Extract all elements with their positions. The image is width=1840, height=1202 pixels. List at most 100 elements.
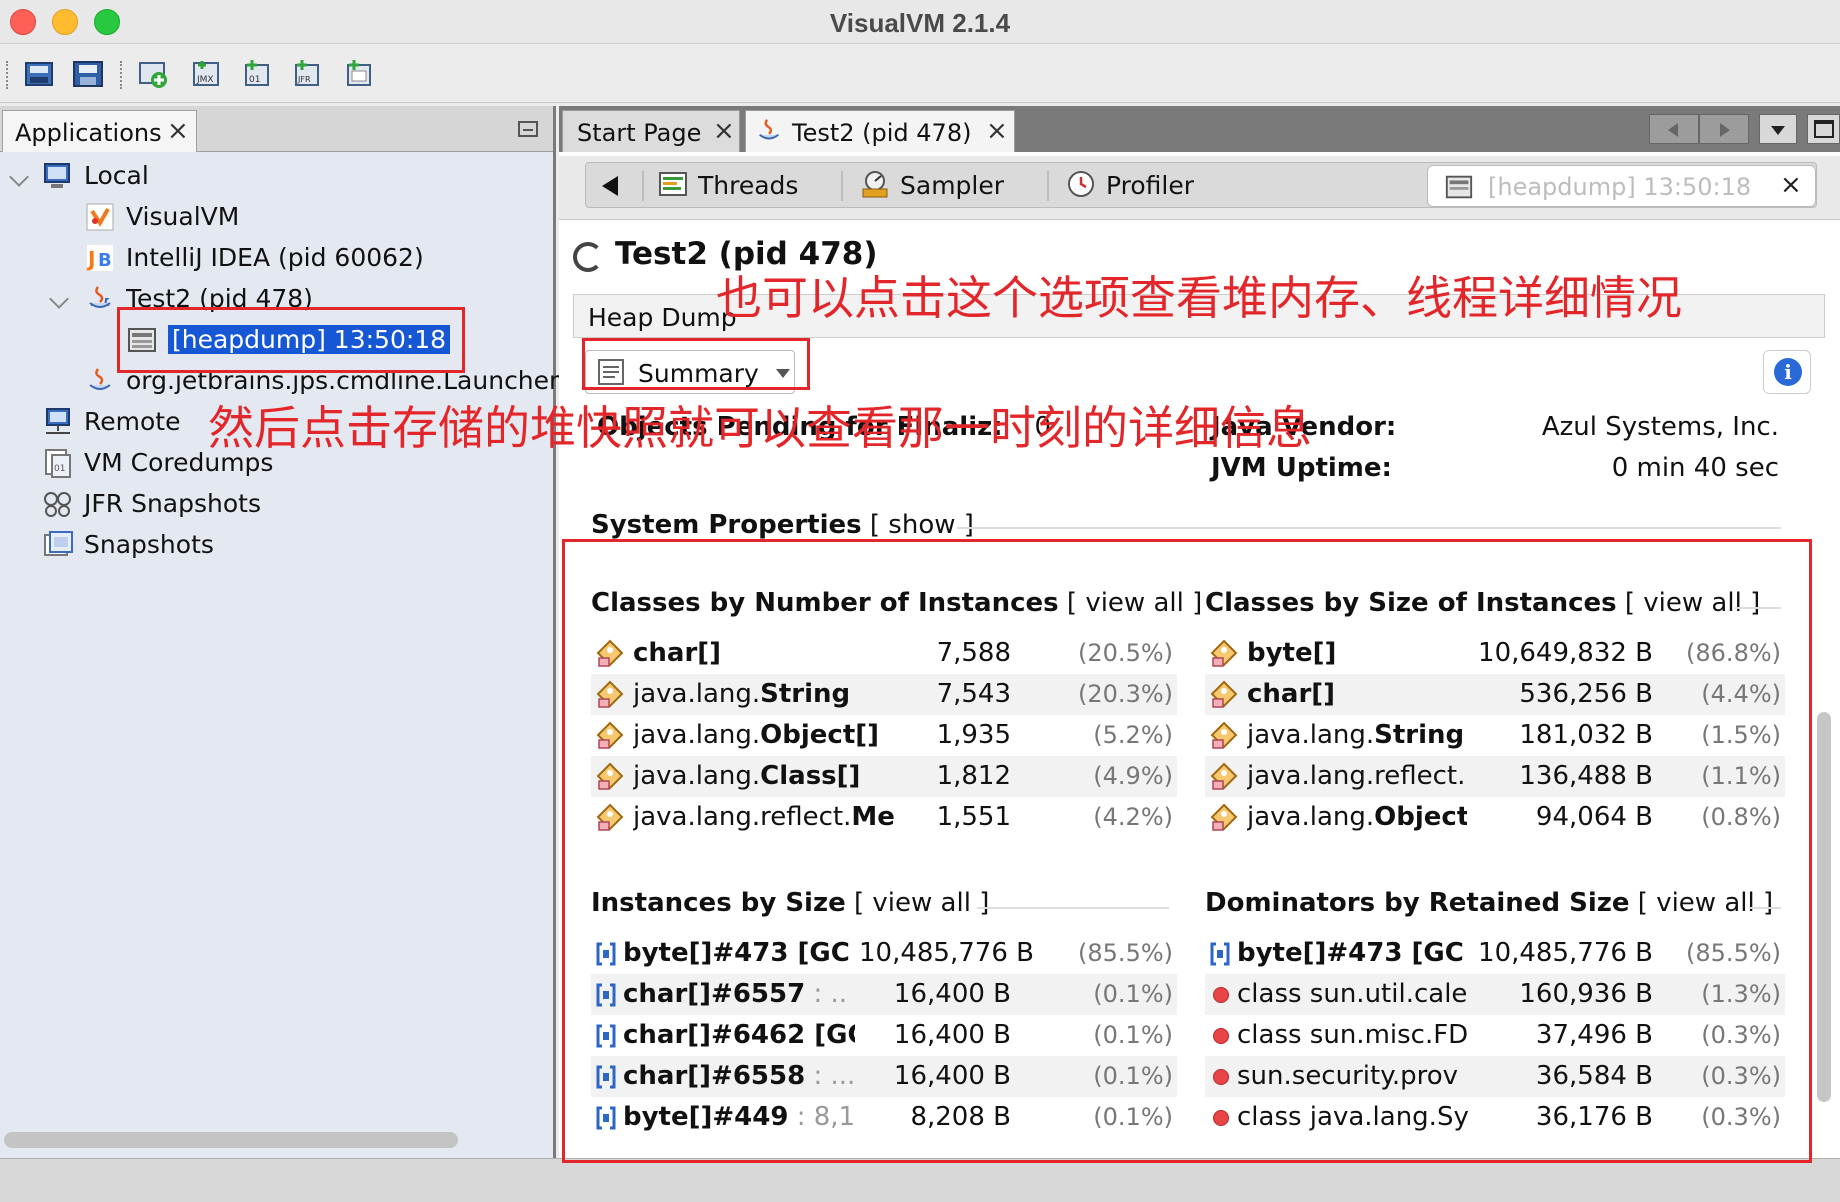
add-snapshot-button[interactable]	[340, 57, 376, 91]
java-app-icon	[89, 368, 111, 390]
add-jmx-button[interactable]: JMX	[188, 57, 224, 91]
subtab-label: Profiler	[1106, 171, 1195, 200]
intellij-icon: JB	[86, 245, 113, 271]
tree-label: VisualVM	[126, 202, 240, 231]
coredump-icon: 01	[245, 60, 269, 86]
annotation-box-summary	[582, 338, 810, 390]
threads-icon	[659, 172, 687, 196]
tree-label: JFR Snapshots	[84, 489, 261, 518]
maximize-icon	[1814, 120, 1834, 138]
horizontal-scrollbar[interactable]	[4, 1132, 549, 1148]
svg-text:J: J	[86, 247, 95, 271]
jvm-uptime-value: 0 min 40 sec	[1611, 453, 1779, 483]
system-properties-header: System Properties [ show ]	[591, 510, 974, 540]
status-bar	[0, 1158, 1840, 1202]
loading-spinner-icon	[573, 242, 603, 272]
close-icon[interactable]: ×	[167, 116, 189, 146]
svg-text:JFR: JFR	[297, 75, 311, 84]
subtab-strip: Threads Sampler Profiler [heapdump] 13:5…	[559, 156, 1840, 220]
jfr-icon: JFR	[295, 60, 319, 86]
applications-panel: Applications × Local VisualVM JB Intelli…	[0, 106, 577, 1158]
save-icon	[73, 61, 103, 87]
close-icon[interactable]: ×	[1780, 170, 1802, 200]
applications-tab-label: Applications	[15, 119, 162, 147]
toolbar-separator	[120, 61, 124, 89]
subtab-label: Sampler	[900, 171, 1005, 200]
visualvm-icon	[86, 203, 114, 231]
subtab-bar: Threads Sampler Profiler [heapdump] 13:5…	[585, 162, 1817, 208]
svg-text:JMX: JMX	[196, 75, 214, 85]
coredump-icon: 01	[45, 449, 71, 478]
system-properties-label: System Properties	[591, 510, 862, 540]
annotation-box-summary-tables	[562, 539, 1812, 1163]
java-vendor-value: Azul Systems, Inc.	[1541, 412, 1779, 442]
toolbar-grip	[6, 61, 10, 89]
heapdump-icon	[1445, 175, 1473, 199]
annotation-note-top: 也可以点击这个选项查看堆内存、线程详细情况	[716, 271, 1682, 325]
open-file-icon	[25, 62, 53, 86]
tree-label: IntelliJ IDEA (pid 60062)	[126, 243, 424, 272]
subtab-label: Threads	[698, 171, 799, 200]
tab-start-page[interactable]: Start Page ×	[562, 110, 740, 152]
scroll-tabs-left-button[interactable]	[1649, 114, 1699, 144]
chevron-down-icon[interactable]	[9, 167, 29, 187]
chevron-right-icon	[1720, 123, 1730, 137]
jfr-snapshots-icon	[44, 492, 71, 517]
divider	[1047, 171, 1049, 201]
java-app-icon	[89, 286, 111, 308]
svg-text:01: 01	[249, 75, 260, 85]
annotation-box-heapdump-node	[117, 307, 465, 373]
java-app-icon	[759, 119, 779, 140]
vertical-scrollbar[interactable]	[1817, 712, 1831, 1102]
add-jfr-button[interactable]: JFR	[288, 57, 324, 91]
scroll-tabs-right-button[interactable]	[1699, 114, 1749, 144]
add-jmx-connection-button[interactable]	[134, 57, 170, 91]
close-icon[interactable]: ×	[986, 116, 1008, 146]
close-icon[interactable]: ×	[713, 116, 735, 146]
annotation-note-middle: 然后点击存储的堆快照就可以查看那一时刻的详细信息	[208, 401, 1312, 455]
applications-tree: Local VisualVM JB IntelliJ IDEA (pid 600…	[0, 156, 577, 1096]
applications-tab-bar: Applications ×	[0, 106, 553, 152]
scrollbar-thumb[interactable]	[4, 1132, 458, 1148]
snapshot-icon	[347, 60, 371, 86]
computer-icon	[44, 163, 70, 188]
window-title: VisualVM 2.1.4	[829, 8, 1011, 38]
show-properties-link[interactable]: [ show ]	[870, 510, 974, 540]
tree-label: Local	[84, 161, 149, 190]
add-host-icon	[139, 62, 167, 88]
chevron-down-icon[interactable]	[49, 289, 69, 309]
subtab-heapdump[interactable]: [heapdump] 13:50:18 ×	[1427, 165, 1816, 207]
maximize-window-button[interactable]	[1807, 114, 1840, 144]
svg-text:01: 01	[54, 464, 65, 474]
divider	[841, 171, 843, 201]
jmx-icon: JMX	[193, 61, 219, 86]
profiler-clock-icon	[1068, 171, 1094, 197]
tab-label: Start Page	[577, 119, 702, 147]
save-button[interactable]	[70, 57, 106, 91]
tab-label: Test2 (pid 478)	[792, 119, 972, 147]
section-title: Heap Dump	[588, 303, 737, 332]
remote-host-icon	[46, 408, 70, 434]
subtab-label: [heapdump] 13:50:18	[1488, 173, 1752, 201]
tree-label: Remote	[84, 407, 181, 436]
info-button[interactable]: i	[1763, 350, 1811, 394]
chevron-down-icon	[1771, 126, 1785, 135]
info-icon: i	[1774, 358, 1802, 386]
snapshots-icon	[44, 531, 73, 556]
divider	[642, 171, 644, 201]
divider	[957, 527, 1781, 529]
svg-text:B: B	[98, 250, 112, 271]
load-snapshot-button[interactable]	[22, 57, 58, 91]
minimize-panel-icon[interactable]	[518, 121, 538, 137]
main-toolbar: JMX 01 JFR	[0, 45, 1840, 103]
chevron-left-icon	[1668, 123, 1678, 137]
sampler-icon	[862, 171, 888, 198]
tree-label: Snapshots	[84, 530, 214, 559]
tab-applications[interactable]: Applications ×	[2, 110, 197, 152]
tab-test2[interactable]: Test2 (pid 478) ×	[745, 110, 1015, 152]
add-coredump-button[interactable]: 01	[238, 57, 274, 91]
tab-list-button[interactable]	[1759, 114, 1797, 144]
back-arrow-icon[interactable]	[602, 176, 618, 196]
title-bar: VisualVM 2.1.4	[0, 0, 1840, 44]
document-tab-bar: Start Page × Test2 (pid 478) ×	[559, 106, 1840, 152]
